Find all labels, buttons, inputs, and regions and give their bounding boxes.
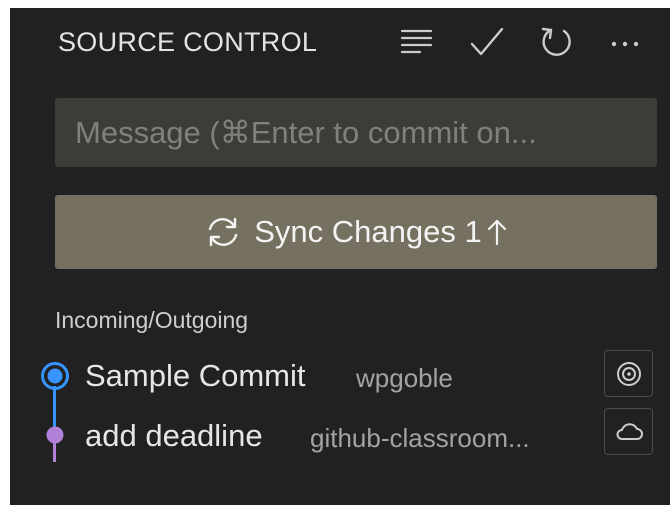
arrow-up-icon [486, 217, 508, 247]
sync-changes-label: Sync Changes 1 [254, 214, 482, 249]
commit-row[interactable]: add deadline github-classroom... [10, 408, 670, 460]
commit-title: Sample Commit [85, 358, 306, 393]
commit-author: wpgoble [356, 363, 453, 393]
commit-title: add deadline [85, 418, 263, 453]
more-actions-icon[interactable] [606, 25, 644, 59]
source-control-panel: SOURCE CONTROL Message (⌘Enter to commit… [10, 8, 670, 505]
commit-message-input[interactable]: Message (⌘Enter to commit on... [55, 98, 657, 167]
commit-check-icon[interactable] [468, 25, 506, 59]
sync-icon [204, 215, 242, 249]
refresh-icon[interactable] [538, 25, 576, 59]
panel-header: SOURCE CONTROL [10, 8, 670, 74]
commit-row[interactable]: Sample Commit wpgoble [10, 350, 670, 402]
target-icon[interactable] [604, 350, 653, 397]
incoming-commit-node-icon [46, 426, 64, 444]
commit-message-placeholder: Message (⌘Enter to commit on... [75, 114, 537, 150]
incoming-outgoing-section-title: Incoming/Outgoing [55, 307, 249, 333]
commit-author: github-classroom... [310, 423, 530, 453]
outgoing-commit-node-icon [41, 362, 69, 390]
panel-title: SOURCE CONTROL [58, 27, 318, 57]
sync-changes-button[interactable]: Sync Changes 1 [55, 195, 657, 269]
view-as-tree-icon[interactable] [398, 25, 436, 59]
cloud-icon[interactable] [604, 408, 653, 455]
